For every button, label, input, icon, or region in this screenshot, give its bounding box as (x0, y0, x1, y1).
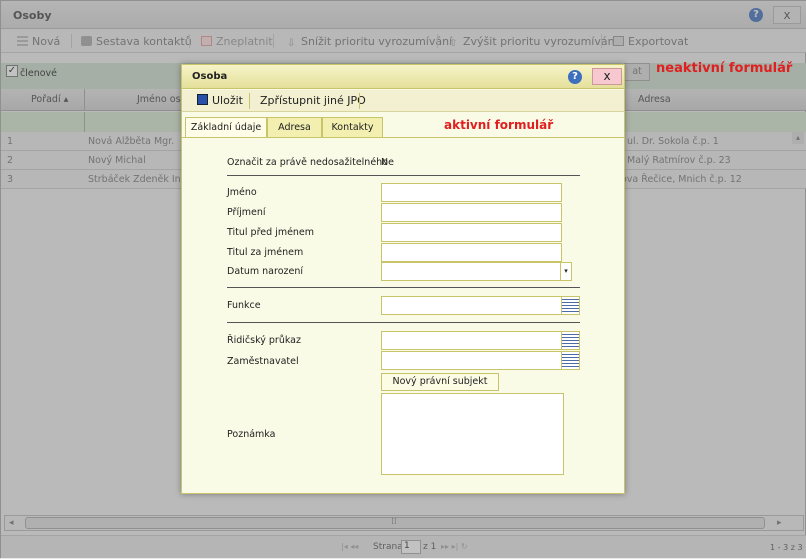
last-name-input[interactable] (381, 203, 562, 222)
first-name-label: Jméno (227, 187, 257, 198)
basic-info-panel: Označit za právě nedosažitelného Ne Jmén… (182, 137, 624, 493)
birth-date-label: Datum narození (227, 266, 303, 277)
person-dialog: Osoba ? x Uložit Zpřístupnit jiné JPO Zá… (181, 64, 625, 494)
last-name-label: Příjmení (227, 207, 266, 218)
active-annotation: aktivní formulář (444, 118, 554, 132)
toolbar-separator (249, 93, 250, 109)
birth-date-select[interactable]: ▾ (381, 262, 572, 281)
section-divider (227, 175, 580, 176)
dialog-close-button[interactable]: x (592, 68, 622, 85)
title-before-label: Titul před jménem (227, 227, 315, 238)
table-picker-icon[interactable] (561, 352, 579, 369)
floppy-disk-icon (197, 94, 208, 105)
tab-basic-info[interactable]: Základní údaje (185, 117, 267, 138)
first-name-input[interactable] (381, 183, 562, 202)
dialog-titlebar: Osoba ? x (182, 65, 624, 89)
function-label: Funkce (227, 300, 261, 311)
toolbar-separator (359, 93, 360, 109)
dialog-help-icon[interactable]: ? (568, 70, 582, 84)
share-jpo-button[interactable]: Zpřístupnit jiné JPO (260, 94, 366, 107)
new-legal-subject-button[interactable]: Nový právní subjekt (381, 373, 499, 391)
title-after-label: Titul za jménem (227, 247, 304, 258)
note-textarea[interactable] (381, 393, 564, 475)
title-before-input[interactable] (381, 223, 562, 242)
inactive-annotation: neaktivní formulář (656, 61, 793, 76)
unreachable-label: Označit za právě nedosažitelného (227, 157, 388, 168)
save-button[interactable]: Uložit (197, 94, 243, 107)
section-divider (227, 322, 580, 323)
chevron-down-icon[interactable]: ▾ (560, 263, 571, 280)
section-divider (227, 287, 580, 288)
function-picker[interactable] (381, 296, 580, 315)
tab-contacts[interactable]: Kontakty (322, 117, 383, 138)
title-after-input[interactable] (381, 243, 562, 262)
dialog-title: Osoba (192, 71, 228, 82)
dialog-toolbar: Uložit Zpřístupnit jiné JPO (182, 90, 624, 112)
employer-label: Zaměstnavatel (227, 356, 299, 367)
license-picker[interactable] (381, 331, 580, 350)
unreachable-value: Ne (381, 157, 394, 168)
table-picker-icon[interactable] (561, 332, 579, 349)
tab-address[interactable]: Adresa (267, 117, 322, 138)
dialog-tabs: Základní údaje Adresa Kontakty aktivní f… (182, 116, 624, 138)
table-picker-icon[interactable] (561, 297, 579, 314)
note-label: Poznámka (227, 429, 276, 440)
license-label: Řidičský průkaz (227, 335, 301, 346)
employer-picker[interactable] (381, 351, 580, 370)
